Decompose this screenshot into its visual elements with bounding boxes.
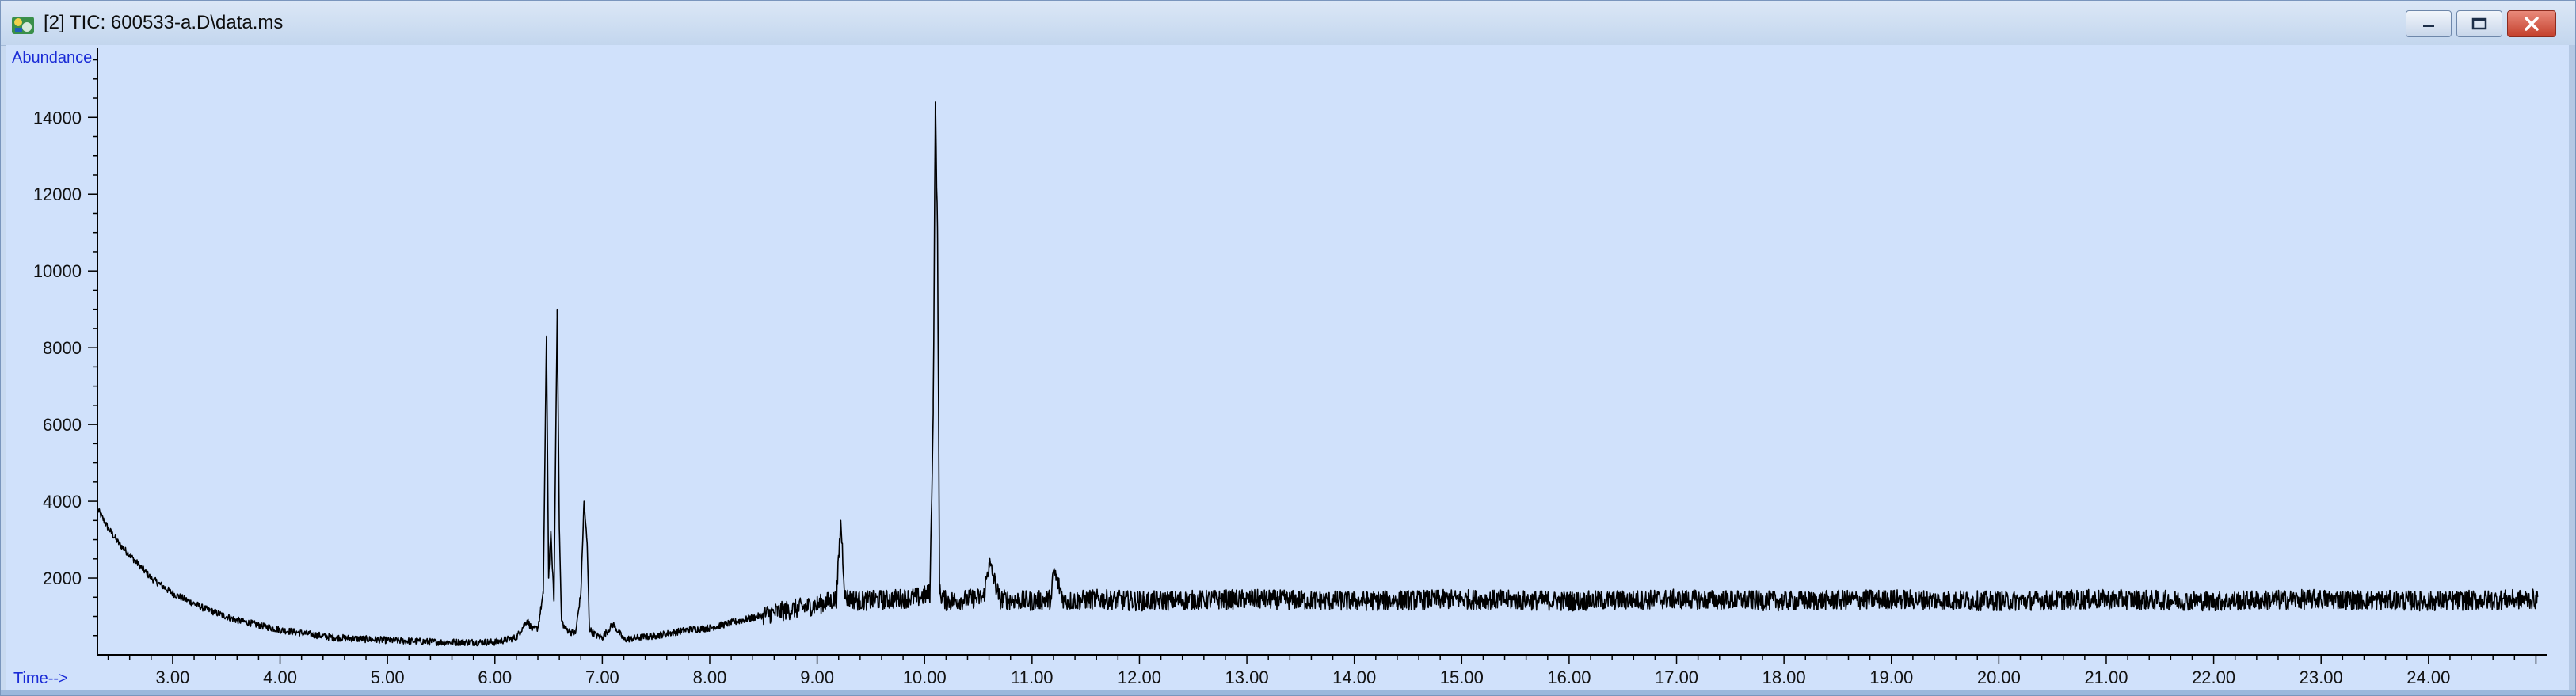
close-icon <box>2508 11 2555 36</box>
x-tick-label: 19.00 <box>1869 667 1913 687</box>
restore-button[interactable] <box>2456 10 2502 37</box>
title-bar[interactable]: [2] TIC: 600533-a.D\data.ms <box>1 1 2575 46</box>
x-tick-label: 3.00 <box>156 667 190 687</box>
window-bottom-border[interactable] <box>1 690 2575 695</box>
chromatogram-app-icon <box>12 17 34 34</box>
y-tick-label: 6000 <box>43 415 82 435</box>
minimize-button[interactable] <box>2406 10 2452 37</box>
minimize-icon <box>2406 11 2451 36</box>
x-tick-label: 5.00 <box>371 667 405 687</box>
x-tick-label: 9.00 <box>800 667 834 687</box>
x-tick-label: 22.00 <box>2192 667 2235 687</box>
x-tick-label: 11.00 <box>1011 667 1053 687</box>
x-tick-label: 17.00 <box>1655 667 1698 687</box>
x-tick-label: 8.00 <box>693 667 727 687</box>
restore-icon <box>2457 11 2502 36</box>
x-tick-label: 18.00 <box>1762 667 1806 687</box>
x-tick-label: 6.00 <box>478 667 512 687</box>
tic-trace-line <box>97 101 2539 647</box>
x-tick-label: 16.00 <box>1547 667 1591 687</box>
window-title: [2] TIC: 600533-a.D\data.ms <box>44 12 284 33</box>
y-axis-label: Abundance <box>12 49 92 67</box>
y-tick-label: 4000 <box>43 492 82 512</box>
y-tick-label: 10000 <box>33 261 82 281</box>
x-tick-label: 14.00 <box>1332 667 1376 687</box>
x-tick-label: 12.00 <box>1118 667 1161 687</box>
tic-chart[interactable]: 3.00 4.00 5.00 6.00 7.00 8.00 9.00 10.00 11.00 12… <box>6 45 2570 691</box>
y-tick-label: 14000 <box>33 108 82 127</box>
window-right-border[interactable] <box>2569 45 2575 695</box>
y-tick-label: 8000 <box>43 338 82 358</box>
x-tick-label: 20.00 <box>1977 667 2021 687</box>
chromatogram-window: [2] TIC: 600533-a.D\data.ms 3.00 4.00 5.… <box>0 0 2576 696</box>
x-tick-label: 10.00 <box>903 667 947 687</box>
x-tick-label: 21.00 <box>2084 667 2128 687</box>
chromatogram-plot[interactable]: 3.00 4.00 5.00 6.00 7.00 8.00 9.00 10.00 11.00 12… <box>6 45 2570 691</box>
x-tick-label: 23.00 <box>2300 667 2343 687</box>
x-tick-label: 15.00 <box>1440 667 1484 687</box>
y-tick-label: 12000 <box>33 184 82 204</box>
x-tick-label: 13.00 <box>1225 667 1269 687</box>
x-axis-label: Time--> <box>13 670 68 687</box>
x-tick-label: 24.00 <box>2406 667 2450 687</box>
y-tick-label: 2000 <box>43 569 82 588</box>
close-button[interactable] <box>2507 10 2556 37</box>
x-tick-label: 4.00 <box>263 667 297 687</box>
x-tick-label: 7.00 <box>585 667 619 687</box>
